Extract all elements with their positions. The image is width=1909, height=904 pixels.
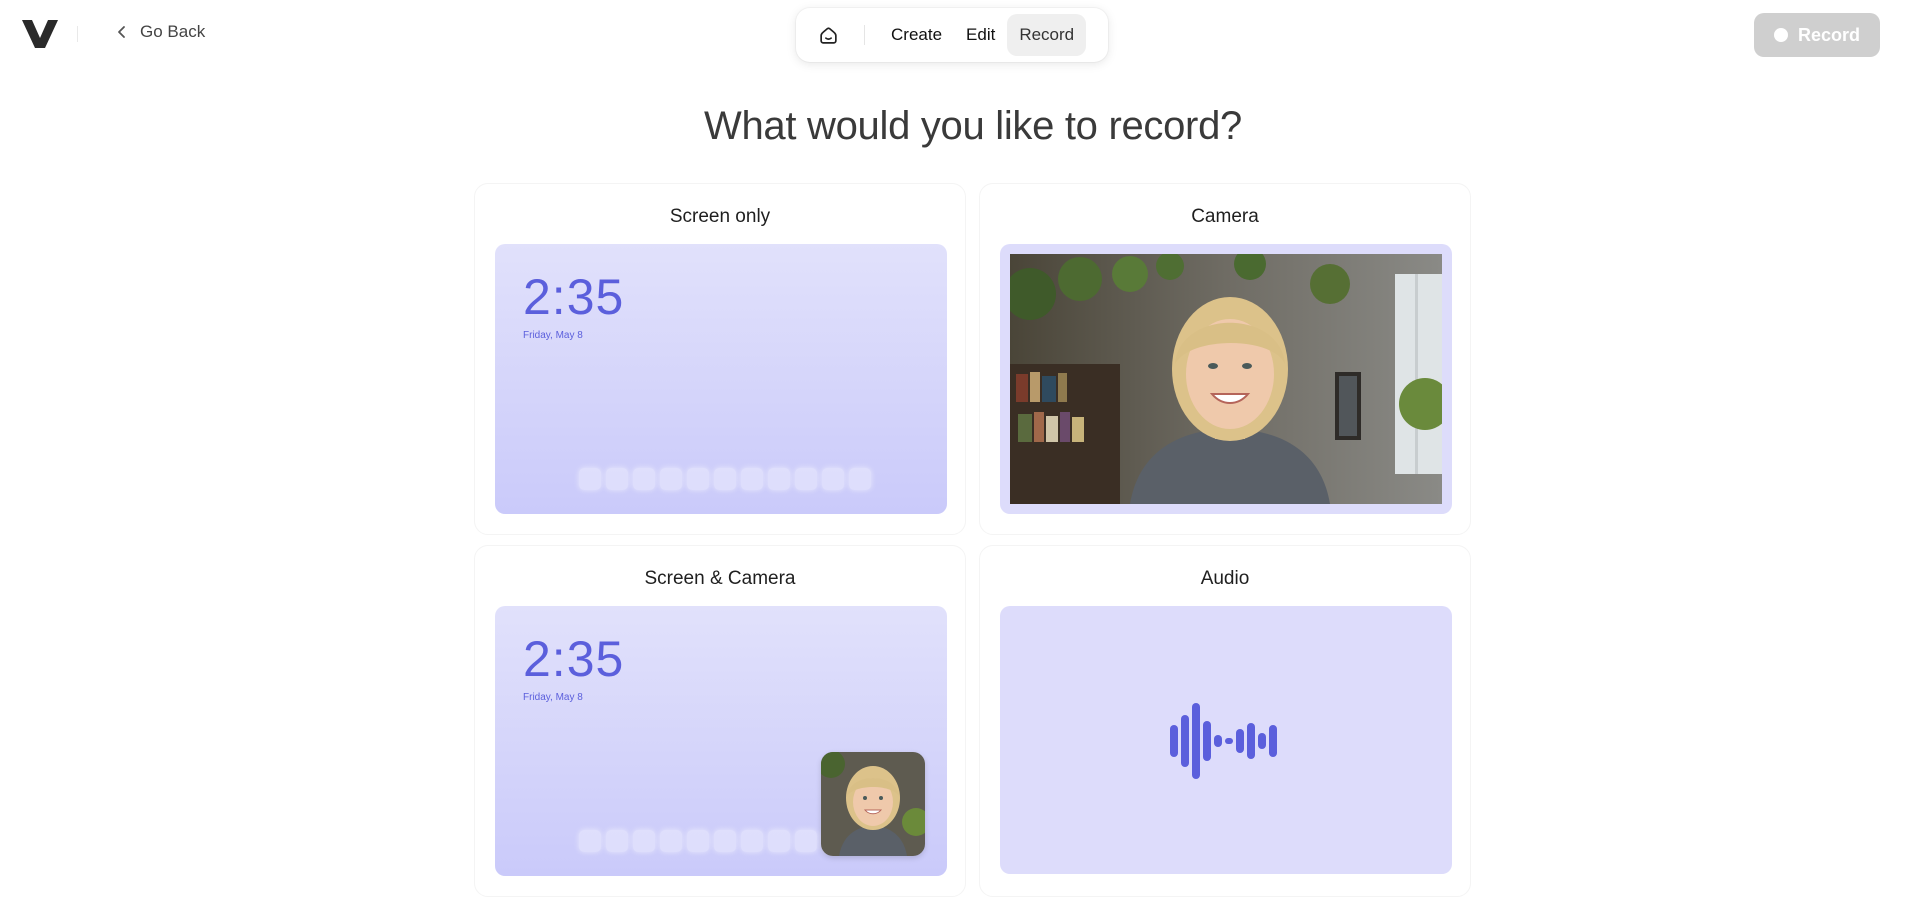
record-button-label: Record bbox=[1797, 24, 1860, 45]
audio-preview bbox=[1000, 606, 1452, 874]
logo[interactable] bbox=[22, 20, 58, 48]
card-title: Screen & Camera bbox=[644, 568, 796, 589]
go-back-label: Go Back bbox=[140, 22, 206, 41]
audio-waveform-icon bbox=[1170, 703, 1277, 779]
go-back-button[interactable]: Go Back bbox=[116, 22, 205, 42]
page-title: What would you like to record? bbox=[704, 104, 1242, 148]
screen-camera-preview: 2:35 Friday, May 8 bbox=[495, 606, 947, 876]
camera-bubble bbox=[821, 752, 925, 856]
nav-divider bbox=[864, 25, 865, 45]
date-text: Friday, May 8 bbox=[523, 692, 583, 703]
home-icon bbox=[819, 26, 837, 44]
option-card-screen-only[interactable]: Screen only 2:35 Friday, May 8 bbox=[474, 183, 966, 535]
date-text: Friday, May 8 bbox=[523, 330, 583, 341]
camera-preview bbox=[1000, 244, 1452, 514]
option-card-screen-and-camera[interactable]: Screen & Camera 2:35 Friday, May 8 bbox=[474, 545, 966, 897]
home-button[interactable] bbox=[802, 14, 854, 56]
header-divider bbox=[77, 26, 78, 42]
tab-edit[interactable]: Edit bbox=[954, 14, 1007, 56]
option-card-camera[interactable]: Camera bbox=[979, 183, 1471, 535]
camera-person-thumbnail bbox=[821, 752, 925, 856]
record-dot-icon bbox=[1773, 28, 1788, 42]
screen-preview: 2:35 Friday, May 8 bbox=[495, 244, 947, 514]
mode-nav: Create Edit Record bbox=[796, 8, 1108, 62]
tab-create[interactable]: Create bbox=[879, 14, 954, 56]
chevron-left-icon bbox=[118, 26, 125, 38]
record-button[interactable]: Record bbox=[1754, 13, 1880, 57]
clock-text: 2:35 bbox=[523, 631, 625, 687]
option-card-audio[interactable]: Audio bbox=[979, 545, 1471, 897]
tab-record[interactable]: Record bbox=[1007, 14, 1087, 56]
dock bbox=[575, 464, 875, 494]
card-title: Camera bbox=[1191, 206, 1259, 227]
card-title: Screen only bbox=[669, 206, 771, 227]
card-title: Audio bbox=[1200, 568, 1250, 589]
camera-person-image bbox=[1010, 254, 1442, 504]
clock-text: 2:35 bbox=[523, 269, 625, 325]
